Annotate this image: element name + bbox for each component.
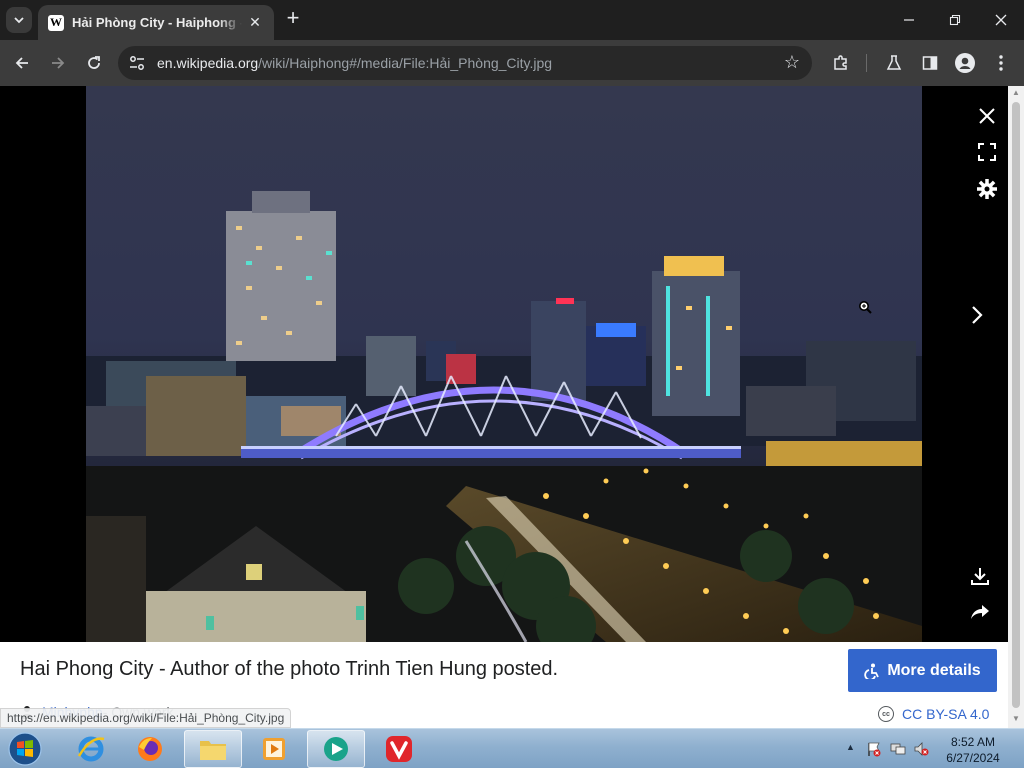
avatar-icon <box>955 53 975 73</box>
volume-muted-icon[interactable] <box>913 741 929 757</box>
arrow-right-icon <box>52 57 65 69</box>
viewer-fullscreen-button[interactable] <box>974 139 1000 165</box>
internet-explorer-icon <box>77 736 105 762</box>
browser-toolbar: en.wikipedia.org/wiki/Haiphong#/media/Fi… <box>0 40 1024 86</box>
screen: W Hải Phòng City - Haiphong - Wikipedia … <box>0 0 1024 768</box>
browser-tab-strip: W Hải Phòng City - Haiphong - Wikipedia … <box>0 0 1024 40</box>
side-panel-icon <box>922 56 938 70</box>
window-close-button[interactable] <box>978 0 1024 40</box>
link-status-bubble: https://en.wikipedia.org/wiki/File:Hải_P… <box>0 708 292 728</box>
reload-icon <box>88 56 100 69</box>
share-icon <box>971 605 989 619</box>
download-icon <box>971 568 989 585</box>
wikipedia-favicon-icon: W <box>48 14 64 31</box>
url-path: /wiki/Haiphong#/media/File:Hải_Phòng_Cit… <box>258 55 553 71</box>
tab-search-button[interactable] <box>6 7 32 33</box>
share-button[interactable] <box>967 599 993 625</box>
image-caption: Hai Phong City - Author of the photo Tri… <box>20 658 559 680</box>
download-button[interactable] <box>967 563 993 589</box>
accessibility-icon <box>864 663 880 679</box>
bookmark-star-icon[interactable]: ☆ <box>784 52 800 73</box>
more-details-button[interactable]: More details <box>848 649 997 692</box>
toolbar-separator <box>866 54 867 72</box>
browser-menu-button[interactable] <box>990 52 1012 74</box>
forward-button[interactable] <box>46 51 70 75</box>
scroll-down-arrow-icon[interactable]: ▼ <box>1012 715 1020 723</box>
window-minimize-button[interactable] <box>886 0 932 40</box>
url-text: en.wikipedia.org/wiki/Haiphong#/media/Fi… <box>157 55 552 71</box>
start-orb-icon[interactable] <box>6 731 44 767</box>
puzzle-icon <box>834 55 847 70</box>
clock-time: 8:52 AM <box>950 735 996 749</box>
browser-app-icon <box>324 737 348 761</box>
minimize-icon <box>904 19 914 21</box>
flask-icon <box>886 55 902 70</box>
windows-taskbar: ▲ 8:52 AM 6/27/2024 <box>0 728 1024 768</box>
site-settings-icon[interactable] <box>128 54 146 72</box>
hai-phong-city-night-photo[interactable] <box>86 86 922 642</box>
arrow-left-icon <box>15 57 28 69</box>
browser-tab-active[interactable]: W Hải Phòng City - Haiphong - Wikipedia … <box>38 5 274 40</box>
taskbar-firefox[interactable] <box>121 730 179 768</box>
fullscreen-icon <box>978 143 996 161</box>
more-details-label: More details <box>887 661 981 679</box>
tab-close-icon[interactable]: ✕ <box>246 14 264 31</box>
extensions-button[interactable] <box>830 52 852 74</box>
page-scrollbar[interactable]: ▲ ▼ <box>1008 86 1024 728</box>
new-tab-button[interactable]: + <box>282 7 304 30</box>
taskbar-vivaldi[interactable] <box>370 730 428 768</box>
license-label: CC BY-SA 4.0 <box>902 706 990 722</box>
address-bar[interactable]: en.wikipedia.org/wiki/Haiphong#/media/Fi… <box>118 46 812 80</box>
action-center-flag-icon[interactable] <box>866 741 882 757</box>
window-restore-button[interactable] <box>932 0 978 40</box>
taskbar-chrome-app[interactable] <box>307 730 365 768</box>
system-clock[interactable]: 8:52 AM 6/27/2024 <box>936 734 1010 766</box>
zoom-cursor-icon <box>859 301 872 314</box>
vivaldi-icon <box>386 736 412 762</box>
scroll-thumb[interactable] <box>1012 102 1020 708</box>
close-icon <box>979 108 995 124</box>
gear-icon <box>977 179 997 199</box>
tray-expand-arrow-icon[interactable]: ▲ <box>846 742 855 752</box>
back-button[interactable] <box>10 51 34 75</box>
viewer-close-button[interactable] <box>974 103 1000 129</box>
creative-commons-icon: cc <box>878 706 894 722</box>
folder-icon <box>200 741 226 760</box>
tab-title: Hải Phòng City - Haiphong - Wikipedia <box>72 15 242 30</box>
labs-button[interactable] <box>883 52 905 74</box>
profile-button[interactable] <box>954 52 976 74</box>
media-player-icon <box>263 738 285 760</box>
firefox-icon <box>138 737 162 761</box>
chevron-down-icon <box>14 17 24 24</box>
media-viewer <box>0 86 1008 642</box>
kebab-menu-icon <box>999 55 1003 71</box>
close-icon <box>995 14 1007 26</box>
chevron-right-icon <box>972 306 983 324</box>
license-link[interactable]: cc CC BY-SA 4.0 <box>878 706 989 722</box>
next-image-button[interactable] <box>964 302 990 328</box>
viewer-settings-button[interactable] <box>974 176 1000 202</box>
restore-icon <box>949 14 961 26</box>
scroll-up-arrow-icon[interactable]: ▲ <box>1012 89 1020 97</box>
taskbar-file-explorer[interactable] <box>184 730 242 768</box>
taskbar-internet-explorer[interactable] <box>62 730 120 768</box>
side-panel-button[interactable] <box>919 52 941 74</box>
clock-date: 6/27/2024 <box>946 751 1000 765</box>
network-icon[interactable] <box>890 741 906 757</box>
taskbar-media-player[interactable] <box>245 730 303 768</box>
reload-button[interactable] <box>82 51 106 75</box>
url-host: en.wikipedia.org <box>157 55 259 71</box>
